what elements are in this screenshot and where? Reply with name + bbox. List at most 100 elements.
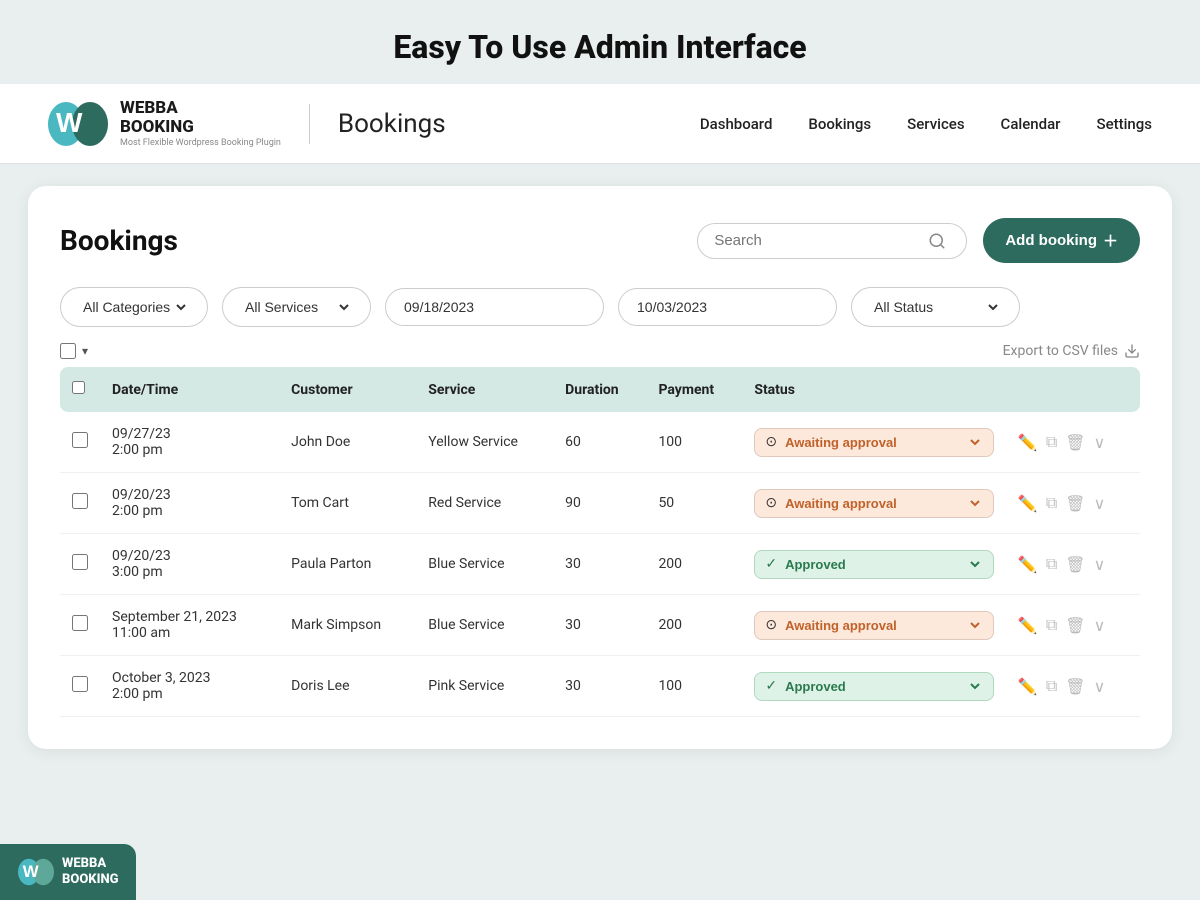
nav-link-settings[interactable]: Settings — [1096, 115, 1152, 133]
main-card: Bookings Add booking ＋ All Categories Ca… — [28, 186, 1172, 749]
service-1: Yellow Service — [416, 412, 553, 473]
nav-link-dashboard[interactable]: Dashboard — [700, 115, 773, 133]
status-select-3[interactable]: Awaiting approval Approved Rejected — [781, 556, 983, 573]
expand-icon-2[interactable]: ∨ — [1094, 494, 1106, 513]
categories-filter[interactable]: All Categories Category 1 Category 2 — [60, 287, 208, 327]
filter-row: All Categories Category 1 Category 2 All… — [60, 287, 1140, 327]
search-input[interactable] — [714, 232, 924, 249]
chevron-down-icon[interactable]: ▾ — [82, 344, 88, 358]
actions-1: ✏️ ⧉ 🗑 ∨ — [1006, 412, 1140, 473]
date-from-filter[interactable] — [385, 288, 604, 326]
nav-divider — [309, 104, 310, 144]
expand-icon-3[interactable]: ∨ — [1094, 555, 1106, 574]
status-cell-4[interactable]: ⊙ Awaiting approval Approved Rejected — [742, 595, 1006, 656]
export-csv-button[interactable]: Export to CSV files — [1003, 343, 1140, 359]
edit-icon-3[interactable]: ✏️ — [1018, 555, 1038, 574]
delete-icon-3[interactable]: 🗑 — [1065, 555, 1085, 574]
status-cell-2[interactable]: ⊙ Awaiting approval Approved Rejected — [742, 473, 1006, 534]
edit-icon-1[interactable]: ✏️ — [1018, 433, 1038, 452]
header-checkbox[interactable] — [72, 381, 85, 394]
nav-link-calendar[interactable]: Calendar — [1001, 115, 1061, 133]
service-2: Red Service — [416, 473, 553, 534]
status-dropdown-1[interactable]: ⊙ Awaiting approval Approved Rejected — [754, 428, 994, 457]
action-row: ▾ Export to CSV files — [60, 343, 1140, 359]
status-select-5[interactable]: Awaiting approval Approved Rejected — [781, 678, 983, 695]
bulk-checkbox-area[interactable]: ▾ — [60, 343, 88, 359]
services-select[interactable]: All Services Yellow Service Red Service … — [241, 298, 352, 316]
row-actions-1: ✏️ ⧉ 🗑 ∨ — [1018, 432, 1128, 452]
edit-icon-4[interactable]: ✏️ — [1018, 616, 1038, 635]
row-checkbox-1[interactable] — [72, 432, 88, 448]
services-filter[interactable]: All Services Yellow Service Red Service … — [222, 287, 371, 327]
status-cell-3[interactable]: ✓ Awaiting approval Approved Rejected — [742, 534, 1006, 595]
date-to-input[interactable] — [637, 299, 818, 315]
datetime-4: September 21, 202311:00 am — [100, 595, 279, 656]
duration-2: 90 — [553, 473, 646, 534]
datetime-2: 09/20/232:00 pm — [100, 473, 279, 534]
row-checkbox-4[interactable] — [72, 615, 88, 631]
col-duration: Duration — [553, 367, 646, 412]
copy-icon-2[interactable]: ⧉ — [1046, 493, 1057, 513]
expand-icon-5[interactable]: ∨ — [1094, 677, 1106, 696]
service-3: Blue Service — [416, 534, 553, 595]
delete-icon-2[interactable]: 🗑 — [1065, 494, 1085, 513]
nav-link-bookings[interactable]: Bookings — [808, 115, 871, 133]
expand-icon-1[interactable]: ∨ — [1094, 433, 1106, 452]
duration-1: 60 — [553, 412, 646, 473]
status-dropdown-5[interactable]: ✓ Awaiting approval Approved Rejected — [754, 672, 994, 701]
search-box[interactable] — [697, 223, 967, 259]
copy-icon-4[interactable]: ⧉ — [1046, 615, 1057, 635]
table-row: October 3, 20232:00 pm Doris Lee Pink Se… — [60, 656, 1140, 717]
status-icon-4: ⊙ — [765, 617, 777, 633]
date-to-filter[interactable] — [618, 288, 837, 326]
row-actions-3: ✏️ ⧉ 🗑 ∨ — [1018, 554, 1128, 574]
delete-icon-4[interactable]: 🗑 — [1065, 616, 1085, 635]
section-separator — [0, 164, 1200, 186]
edit-icon-5[interactable]: ✏️ — [1018, 677, 1038, 696]
logo-text: WEBBABOOKING Most Flexible Wordpress Boo… — [120, 99, 281, 148]
expand-icon-4[interactable]: ∨ — [1094, 616, 1106, 635]
datetime-3: 09/20/233:00 pm — [100, 534, 279, 595]
copy-icon-3[interactable]: ⧉ — [1046, 554, 1057, 574]
status-select-1[interactable]: Awaiting approval Approved Rejected — [781, 434, 983, 451]
status-dropdown-3[interactable]: ✓ Awaiting approval Approved Rejected — [754, 550, 994, 579]
status-cell-1[interactable]: ⊙ Awaiting approval Approved Rejected — [742, 412, 1006, 473]
delete-icon-5[interactable]: 🗑 — [1065, 677, 1085, 696]
row-checkbox-3[interactable] — [72, 554, 88, 570]
row-actions-2: ✏️ ⧉ 🗑 ∨ — [1018, 493, 1128, 513]
payment-1: 100 — [646, 412, 742, 473]
status-icon-5: ✓ — [765, 678, 777, 694]
table-row: September 21, 202311:00 am Mark Simpson … — [60, 595, 1140, 656]
status-filter[interactable]: All Status Awaiting approval Approved Re… — [851, 287, 1020, 327]
row-checkbox-5[interactable] — [72, 676, 88, 692]
add-booking-button[interactable]: Add booking ＋ — [983, 218, 1140, 263]
delete-icon-1[interactable]: 🗑 — [1065, 433, 1085, 452]
status-icon-3: ✓ — [765, 556, 777, 572]
row-checkbox-2[interactable] — [72, 493, 88, 509]
categories-select[interactable]: All Categories Category 1 Category 2 — [79, 298, 189, 316]
status-dropdown-4[interactable]: ⊙ Awaiting approval Approved Rejected — [754, 611, 994, 640]
datetime-5: October 3, 20232:00 pm — [100, 656, 279, 717]
col-customer: Customer — [279, 367, 416, 412]
payment-3: 200 — [646, 534, 742, 595]
status-select-2[interactable]: Awaiting approval Approved Rejected — [781, 495, 983, 512]
copy-icon-1[interactable]: ⧉ — [1046, 432, 1057, 452]
datetime-1: 09/27/232:00 pm — [100, 412, 279, 473]
edit-icon-2[interactable]: ✏️ — [1018, 494, 1038, 513]
select-all-checkbox[interactable] — [60, 343, 76, 359]
nav-link-services[interactable]: Services — [907, 115, 964, 133]
status-icon-1: ⊙ — [765, 434, 777, 450]
export-label: Export to CSV files — [1003, 343, 1118, 359]
row-actions-4: ✏️ ⧉ 🗑 ∨ — [1018, 615, 1128, 635]
customer-3: Paula Parton — [279, 534, 416, 595]
date-from-input[interactable] — [404, 299, 585, 315]
export-icon — [1124, 343, 1140, 359]
svg-text:W: W — [56, 107, 83, 138]
status-select[interactable]: All Status Awaiting approval Approved Re… — [870, 298, 1001, 316]
actions-2: ✏️ ⧉ 🗑 ∨ — [1006, 473, 1140, 534]
copy-icon-5[interactable]: ⧉ — [1046, 676, 1057, 696]
status-cell-5[interactable]: ✓ Awaiting approval Approved Rejected — [742, 656, 1006, 717]
status-select-4[interactable]: Awaiting approval Approved Rejected — [781, 617, 983, 634]
customer-4: Mark Simpson — [279, 595, 416, 656]
status-dropdown-2[interactable]: ⊙ Awaiting approval Approved Rejected — [754, 489, 994, 518]
